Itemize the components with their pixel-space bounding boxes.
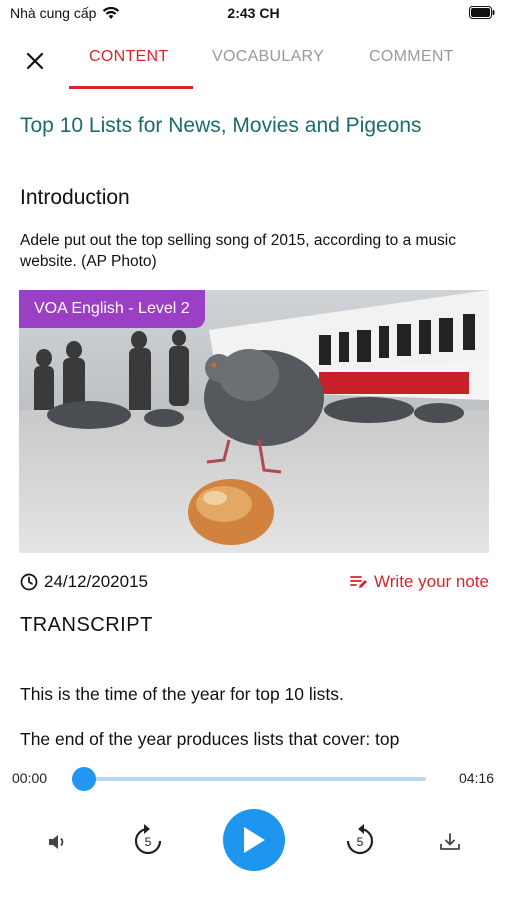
download-button[interactable] <box>434 826 466 858</box>
play-button[interactable] <box>223 809 285 871</box>
edit-note-icon <box>350 576 368 588</box>
battery-icon <box>469 6 495 19</box>
pigeons-photo-illustration <box>19 290 489 553</box>
replay-5-icon: 5 <box>134 824 162 855</box>
status-bar: Nhà cung cấp 2:43 CH <box>0 0 507 28</box>
close-button[interactable] <box>20 46 50 76</box>
forward-seconds-label: 5 <box>357 835 364 849</box>
active-tab-indicator <box>69 86 193 89</box>
lesson-screen: Nhà cung cấp 2:43 CH CONTENT VOCABULARY … <box>0 0 507 900</box>
audio-player: 00:00 04:16 5 5 <box>0 752 507 900</box>
status-time: 2:43 CH <box>227 5 280 21</box>
rewind-5-button[interactable]: 5 <box>130 820 166 860</box>
transcript-line: This is the time of the year for top 10 … <box>20 684 344 704</box>
tab-comment[interactable]: COMMENT <box>369 48 454 66</box>
level-badge: VOA English - Level 2 <box>19 290 205 328</box>
tab-vocabulary[interactable]: VOCABULARY <box>212 48 324 66</box>
volume-button[interactable] <box>42 826 74 858</box>
forward-5-icon: 5 <box>346 824 374 855</box>
download-icon <box>440 833 460 850</box>
write-note-button[interactable]: Write your note <box>350 572 489 592</box>
date-label: 24/12/202015 <box>44 572 148 591</box>
rewind-seconds-label: 5 <box>145 835 152 849</box>
article-title: Top 10 Lists for News, Movies and Pigeon… <box>20 114 422 137</box>
section-title: Introduction <box>20 186 130 209</box>
clock-icon <box>20 573 38 591</box>
write-note-label: Write your note <box>374 572 489 591</box>
close-icon <box>26 52 44 70</box>
volume-icon <box>49 835 64 849</box>
play-icon <box>244 827 265 853</box>
seek-thumb[interactable] <box>72 767 96 791</box>
total-time: 04:16 <box>458 770 494 786</box>
top-nav: CONTENT VOCABULARY COMMENT <box>0 36 507 89</box>
tab-content[interactable]: CONTENT <box>89 48 168 66</box>
transcript-line: The end of the year produces lists that … <box>20 729 400 749</box>
seek-bar[interactable] <box>72 767 426 791</box>
intro-text: Adele put out the top selling song of 20… <box>20 232 457 270</box>
transcript-heading: TRANSCRIPT <box>20 614 153 636</box>
forward-5-button[interactable]: 5 <box>342 820 378 860</box>
article-photo <box>19 290 489 553</box>
publish-date: 24/12/202015 <box>20 572 148 592</box>
current-time: 00:00 <box>12 770 48 786</box>
article-meta: 24/12/202015 Write your note <box>20 572 489 596</box>
